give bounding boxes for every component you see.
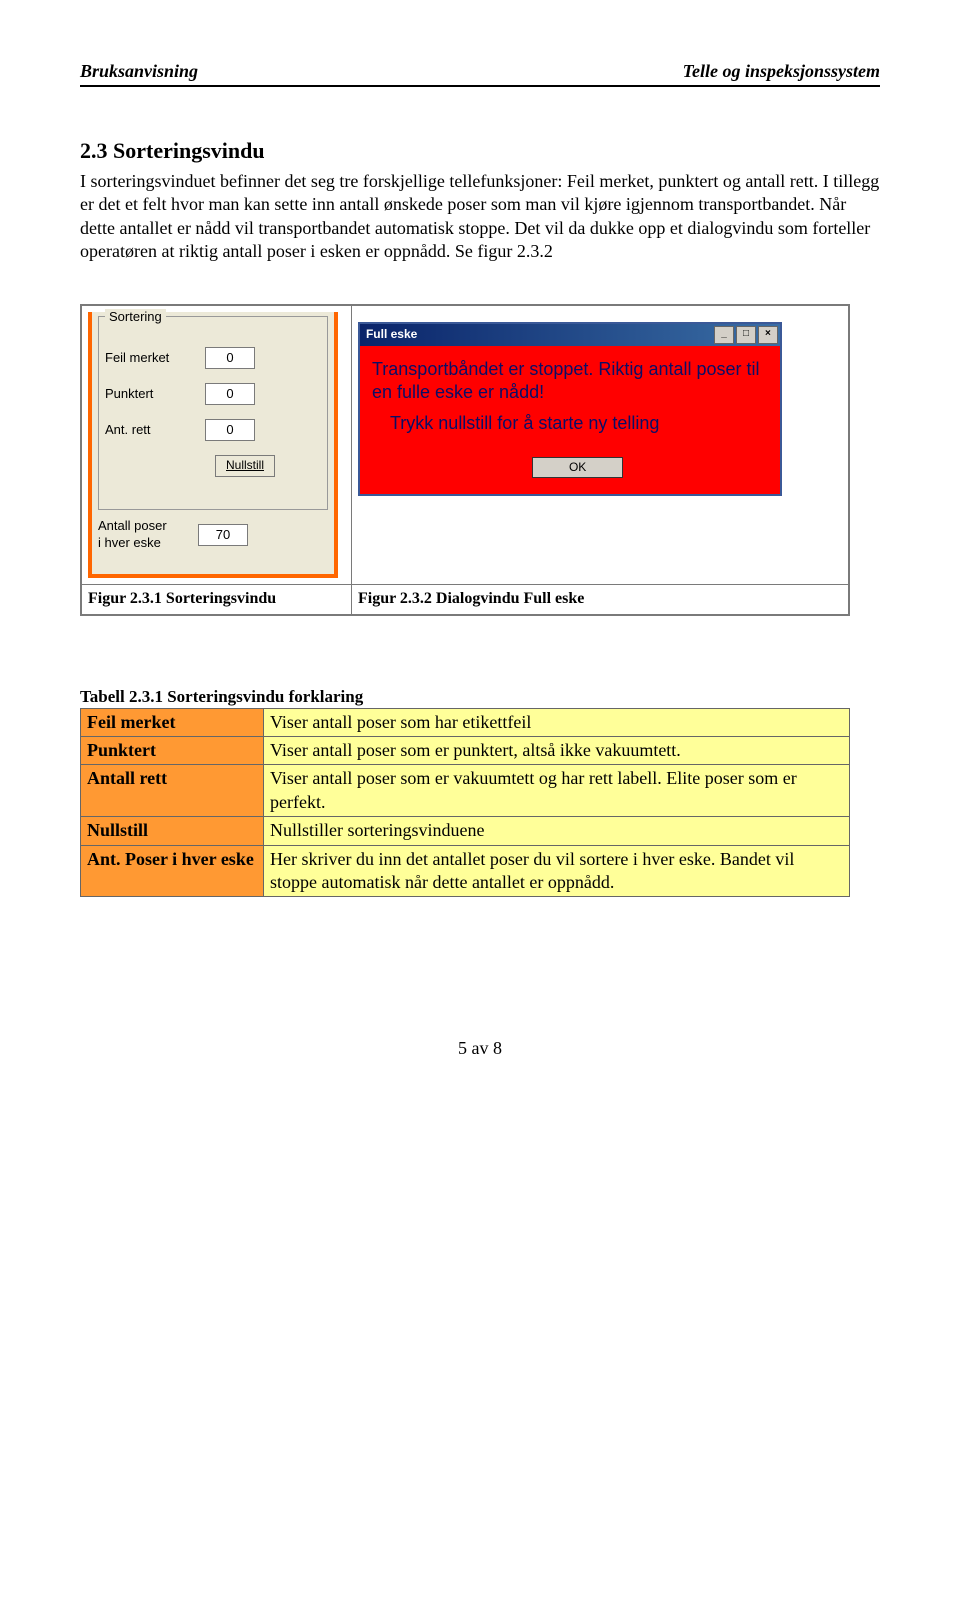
explanation-table: Feil merket Viser antall poser som har e…	[80, 708, 850, 898]
cell-key: Punktert	[81, 737, 264, 765]
table-row: Punktert Viser antall poser som er punkt…	[81, 737, 850, 765]
maximize-icon[interactable]: □	[736, 326, 756, 344]
page-header: Bruksanvisning Telle og inspeksjonssyste…	[80, 60, 880, 87]
label-punktert: Punktert	[105, 386, 205, 403]
cell-val: Viser antall poser som har etikettfeil	[264, 708, 850, 736]
nullstill-button[interactable]: Nullstill	[215, 455, 275, 477]
page-footer: 5 av 8	[80, 1037, 880, 1060]
cell-key: Nullstill	[81, 817, 264, 845]
cell-val: Viser antall poser som er vakuumtett og …	[264, 765, 850, 817]
cell-val: Nullstiller sorteringsvinduene	[264, 817, 850, 845]
minimize-icon[interactable]: _	[714, 326, 734, 344]
caption-right: Figur 2.3.2 Dialogvindu Full eske	[351, 584, 848, 614]
table-title: Tabell 2.3.1 Sorteringsvindu forklaring	[80, 686, 880, 708]
dialog-body: Transportbåndet er stoppet. Riktig antal…	[360, 346, 780, 495]
label-ant-rett: Ant. rett	[105, 422, 205, 439]
label-antall-poser: Antall poser i hver eske	[98, 518, 198, 552]
section-title: 2.3 Sorteringsvindu	[80, 137, 880, 166]
figure-left-cell: Sortering Feil merket 0 Punktert 0 Ant. …	[82, 305, 352, 584]
label-antall-poser-line2: i hver eske	[98, 535, 161, 550]
dialog-full-eske: Full eske _ □ × Transportbåndet er stopp…	[358, 322, 782, 497]
label-antall-poser-line1: Antall poser	[98, 518, 167, 533]
header-right: Telle og inspeksjonssystem	[683, 60, 880, 83]
label-feil-merket: Feil merket	[105, 350, 205, 367]
field-ant-rett: Ant. rett 0	[105, 419, 321, 441]
sortering-panel: Sortering Feil merket 0 Punktert 0 Ant. …	[88, 312, 338, 578]
table-row: Ant. Poser i hver eske Her skriver du in…	[81, 845, 850, 897]
groupbox-title: Sortering	[105, 309, 166, 326]
table-row: Feil merket Viser antall poser som har e…	[81, 708, 850, 736]
dialog-message-1: Transportbåndet er stoppet. Riktig antal…	[372, 358, 768, 405]
figure-right-cell: Full eske _ □ × Transportbåndet er stopp…	[351, 305, 848, 584]
table-row: Nullstill Nullstiller sorteringsvinduene	[81, 817, 850, 845]
cell-key: Antall rett	[81, 765, 264, 817]
dialog-titlebar[interactable]: Full eske _ □ ×	[360, 324, 780, 346]
ok-button[interactable]: OK	[532, 457, 623, 479]
field-punktert: Punktert 0	[105, 383, 321, 405]
field-feil-merket: Feil merket 0	[105, 347, 321, 369]
close-icon[interactable]: ×	[758, 326, 778, 344]
header-left: Bruksanvisning	[80, 60, 198, 83]
value-punktert[interactable]: 0	[205, 383, 255, 405]
section-body: I sorteringsvinduet befinner det seg tre…	[80, 170, 880, 264]
cell-key: Ant. Poser i hver eske	[81, 845, 264, 897]
sortering-groupbox: Sortering Feil merket 0 Punktert 0 Ant. …	[98, 316, 328, 510]
value-feil-merket[interactable]: 0	[205, 347, 255, 369]
dialog-message-2: Trykk nullstill for å starte ny telling	[390, 412, 768, 435]
dialog-title: Full eske	[366, 327, 712, 343]
field-antall-poser: Antall poser i hver eske 70	[98, 518, 328, 552]
cell-key: Feil merket	[81, 708, 264, 736]
value-ant-rett[interactable]: 0	[205, 419, 255, 441]
table-row: Antall rett Viser antall poser som er va…	[81, 765, 850, 817]
cell-val: Her skriver du inn det antallet poser du…	[264, 845, 850, 897]
value-antall-poser[interactable]: 70	[198, 524, 248, 546]
cell-val: Viser antall poser som er punktert, alts…	[264, 737, 850, 765]
figures-row: Sortering Feil merket 0 Punktert 0 Ant. …	[80, 304, 850, 616]
caption-left: Figur 2.3.1 Sorteringsvindu	[82, 584, 352, 614]
